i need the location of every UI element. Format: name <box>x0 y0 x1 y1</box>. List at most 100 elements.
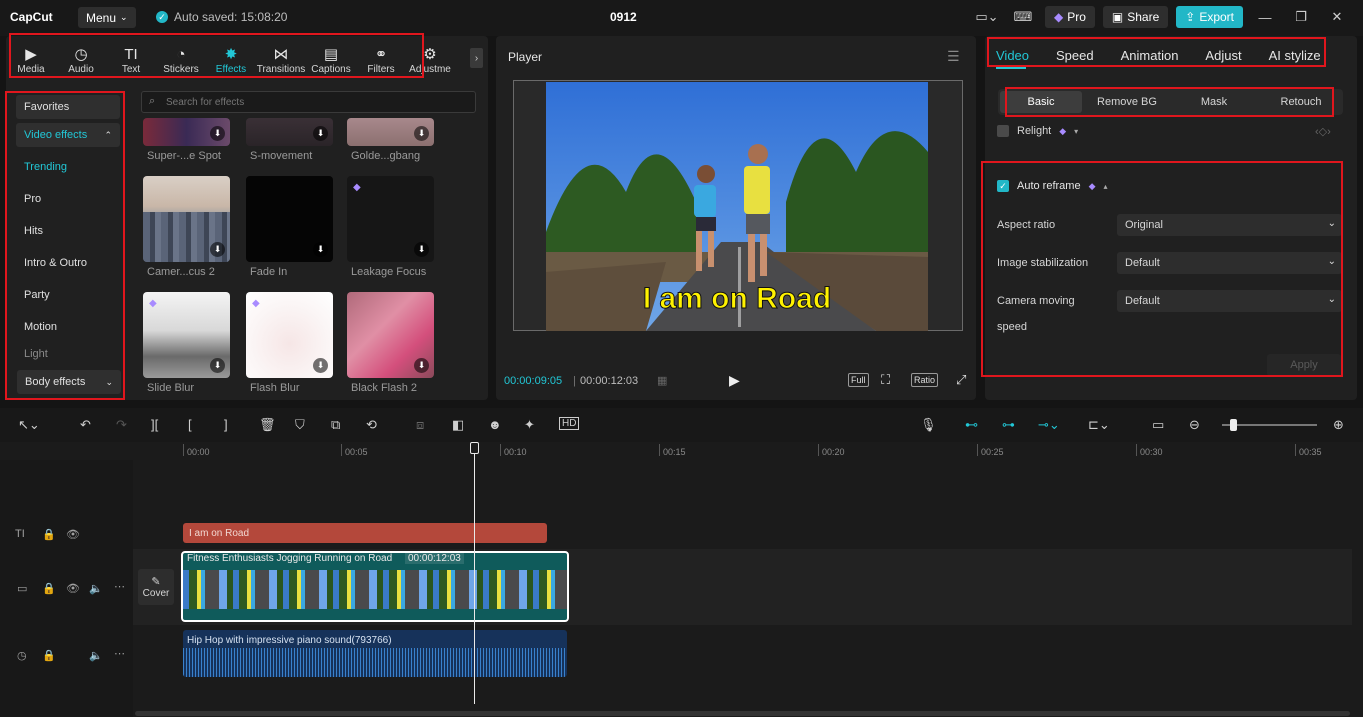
magic-wand-icon[interactable]: ✦ <box>524 417 535 433</box>
effect-card-flash-blur[interactable]: ◆ ⬇ <box>246 292 333 378</box>
magnet-link-icon[interactable]: ⊷ <box>965 417 978 433</box>
freeze-frame-icon[interactable]: ⧈ <box>416 417 424 433</box>
ratio-button[interactable]: Ratio <box>911 373 939 387</box>
preview-axis-icon[interactable]: ⊏⌄ <box>1088 417 1110 433</box>
fullscreen-icon[interactable]: ⤢ <box>956 372 966 388</box>
keyframe-icon[interactable]: ‹◇› <box>1315 125 1331 138</box>
layout-icon[interactable]: ▭⌄ <box>973 9 1001 25</box>
tab-captions[interactable]: ▤ Captions <box>306 39 356 75</box>
effect-card-super-spot[interactable]: ⬇ <box>143 118 230 146</box>
tab-transitions[interactable]: ⋈ Transitions <box>256 39 306 75</box>
caret-down-icon[interactable]: ▾ <box>1074 127 1078 136</box>
segment-retouch[interactable]: Retouch <box>1260 91 1342 113</box>
segment-mask[interactable]: Mask <box>1173 91 1255 113</box>
lock-icon[interactable]: 🔒 <box>42 528 56 541</box>
hamburger-icon[interactable]: ☰ <box>947 48 960 65</box>
microphone-icon[interactable]: 🎙 <box>920 417 937 433</box>
delete-icon[interactable]: 🗑 <box>259 417 276 433</box>
download-icon[interactable]: ⬇ <box>414 358 429 373</box>
play-icon[interactable]: ▶ <box>729 372 740 389</box>
effect-card-slide-blur[interactable]: ◆ ⬇ <box>143 292 230 378</box>
effect-card-s-movement[interactable]: ⬇ <box>246 118 333 146</box>
relight-checkbox[interactable] <box>997 125 1009 137</box>
minimize-icon[interactable]: — <box>1251 10 1279 25</box>
text-clip[interactable]: I am on Road <box>183 523 547 543</box>
timeline-grid-icon[interactable]: ▦ <box>657 374 667 387</box>
playhead-line[interactable] <box>474 442 475 704</box>
stabilization-select[interactable]: Default ⌄ <box>1117 252 1342 274</box>
category-motion[interactable]: Motion <box>12 311 124 343</box>
tab-video[interactable]: Video <box>996 48 1029 63</box>
camera-speed-select[interactable]: Default ⌄ <box>1117 290 1342 312</box>
video-subtitle[interactable]: I am on Road <box>546 282 928 316</box>
share-button[interactable]: ▣ Share <box>1102 6 1169 28</box>
cover-button[interactable]: ✎ Cover <box>138 569 174 605</box>
effect-card-black-flash-2[interactable]: ⬇ <box>347 292 434 378</box>
auto-snap-icon[interactable]: ⊶ <box>1002 417 1015 433</box>
download-icon[interactable]: ⬇ <box>414 242 429 257</box>
segment-basic[interactable]: Basic <box>1000 91 1082 113</box>
effect-card-goldengbang[interactable]: ⬇ <box>347 118 434 146</box>
export-button[interactable]: ⇪ Export <box>1176 6 1243 28</box>
category-favorites[interactable]: Favorites <box>16 95 120 119</box>
category-party[interactable]: Party <box>12 279 124 311</box>
restore-icon[interactable]: ❐ <box>1287 9 1315 25</box>
person-effect-icon[interactable]: ☻ <box>488 417 502 432</box>
download-icon[interactable]: ⬇ <box>414 126 429 141</box>
zoom-fit-icon[interactable]: ⛶ <box>881 372 890 388</box>
zoom-in-icon[interactable]: ⊕ <box>1333 417 1344 433</box>
category-video-effects[interactable]: Video effects ⌃ <box>16 123 120 147</box>
keyboard-icon[interactable]: ⌨ <box>1009 9 1037 25</box>
effect-card-leakage-focus[interactable]: ◆ ⬇ <box>347 176 434 262</box>
split-left-icon[interactable]: [ <box>188 417 192 432</box>
tab-adjustment[interactable]: ⚙ Adjustme <box>406 39 454 75</box>
tab-adjust[interactable]: Adjust <box>1205 48 1241 63</box>
timeline-horizontal-scrollbar[interactable] <box>135 711 1350 716</box>
aspect-ratio-select[interactable]: Original ⌄ <box>1117 214 1342 236</box>
redo-icon[interactable]: ↷ <box>116 417 127 433</box>
undo-icon[interactable]: ↶ <box>80 417 91 433</box>
split-right-icon[interactable]: ] <box>224 417 228 432</box>
download-icon[interactable]: ⬇ <box>210 358 225 373</box>
tab-ai-stylize[interactable]: AI stylize <box>1269 48 1321 63</box>
lock-icon[interactable]: 🔒 <box>42 582 56 595</box>
hd-icon[interactable]: HD <box>559 417 580 430</box>
download-icon[interactable]: ⬇ <box>313 242 328 257</box>
lock-icon[interactable]: 🔒 <box>42 649 56 662</box>
tab-speed[interactable]: Speed <box>1056 48 1094 63</box>
select-cursor-icon[interactable]: ↖⌄ <box>18 417 40 433</box>
eye-icon[interactable]: 👁 <box>66 528 80 541</box>
category-body-effects[interactable]: Body effects ⌄ <box>17 370 121 394</box>
more-icon[interactable]: ⋯ <box>114 580 125 593</box>
effects-search-input[interactable] <box>141 91 476 113</box>
tab-media[interactable]: ▶ Media <box>6 39 56 75</box>
mirror-icon[interactable]: ◧ <box>452 417 464 433</box>
playhead-handle[interactable] <box>470 442 479 454</box>
screen-icon[interactable]: ▭ <box>1152 417 1164 433</box>
zoom-out-icon[interactable]: ⊖ <box>1189 417 1200 433</box>
effect-card-fade-in[interactable]: ⬇ <box>246 176 333 262</box>
tab-text[interactable]: TI Text <box>106 39 156 75</box>
category-intro-outro[interactable]: Intro & Outro <box>12 247 124 279</box>
caret-up-icon[interactable]: ▴ <box>1104 182 1108 191</box>
split-icon[interactable]: ][ <box>151 417 158 432</box>
auto-adjust-icon[interactable]: ⟲ <box>366 417 377 433</box>
pro-button[interactable]: ◆ Pro <box>1044 6 1095 28</box>
download-icon[interactable]: ⬇ <box>313 358 328 373</box>
category-trending[interactable]: Trending <box>12 151 124 183</box>
download-icon[interactable]: ⬇ <box>210 242 225 257</box>
tab-effects[interactable]: ✸ Effects <box>206 39 256 75</box>
category-hits[interactable]: Hits <box>12 215 124 247</box>
marker-icon[interactable]: ⛉ <box>295 417 305 433</box>
segment-remove-bg[interactable]: Remove BG <box>1086 91 1168 113</box>
menu-button[interactable]: Menu ⌄ <box>78 7 136 28</box>
effect-card-camera-focus-2[interactable]: ⬇ <box>143 176 230 262</box>
tab-animation[interactable]: Animation <box>1121 48 1179 63</box>
speaker-icon[interactable]: 🔈 <box>89 582 103 595</box>
tab-audio[interactable]: ◷ Audio <box>56 39 106 75</box>
linkage-icon[interactable]: ⊸⌄ <box>1038 417 1060 433</box>
crop-icon[interactable]: ⧉ <box>331 417 340 433</box>
download-icon[interactable]: ⬇ <box>313 126 328 141</box>
apply-button[interactable]: Apply <box>1267 354 1341 376</box>
zoom-slider-thumb[interactable] <box>1230 419 1237 431</box>
